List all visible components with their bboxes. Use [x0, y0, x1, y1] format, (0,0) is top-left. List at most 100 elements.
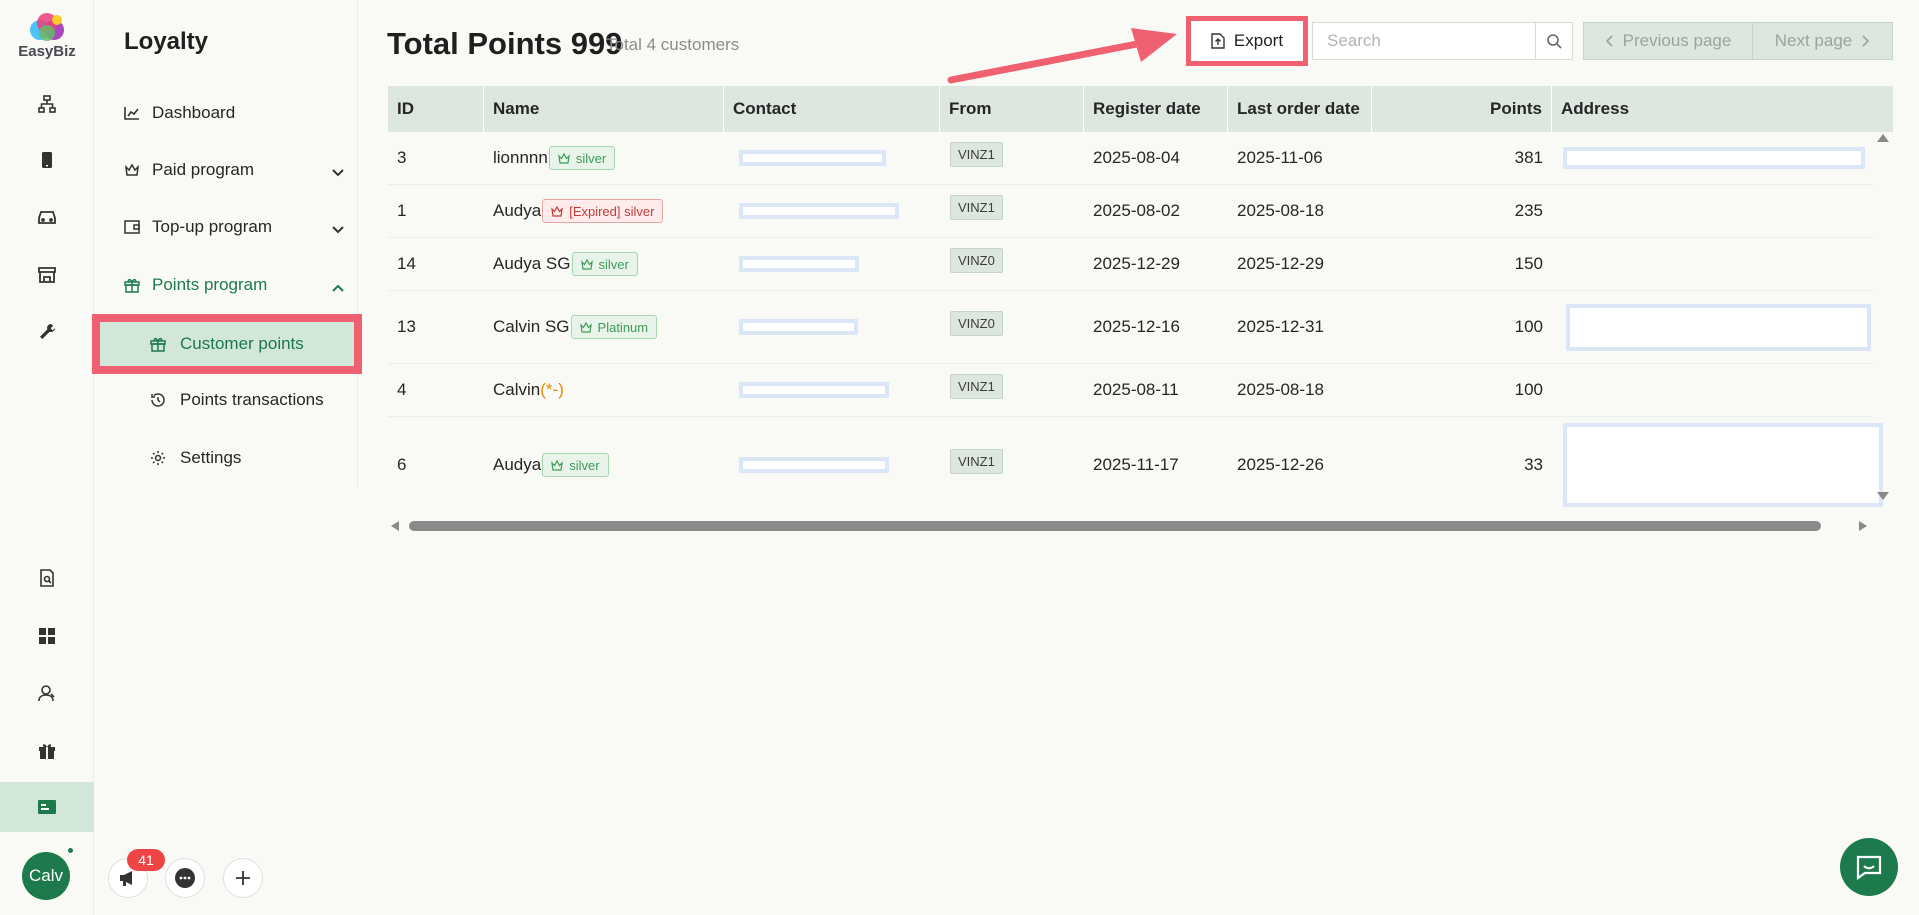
column-header-name[interactable]: Name: [484, 86, 724, 132]
customer-count: Total 4 customers: [606, 35, 740, 54]
chevron-up-icon: [332, 277, 344, 297]
column-header-points[interactable]: Points: [1372, 86, 1552, 132]
chevron-down-icon: [332, 162, 344, 182]
table-row[interactable]: 1 Audya [Expired] silver VINZ1 2025-08-0…: [388, 185, 1873, 238]
cell-contact-redacted: [730, 185, 899, 237]
search-button[interactable]: [1535, 22, 1573, 60]
source-tag: VINZ0: [950, 247, 1003, 273]
chat-icon: [175, 868, 195, 888]
cell-contact-redacted: [730, 417, 889, 513]
cell-register-date: 2025-08-11: [1093, 380, 1179, 399]
cell-last-order-date: 2025-12-26: [1237, 455, 1324, 474]
search-input[interactable]: [1312, 22, 1536, 60]
column-header-id[interactable]: ID: [388, 86, 484, 132]
cell-name: Audya [Expired] silver: [484, 185, 664, 237]
rail-store-icon[interactable]: [0, 248, 94, 300]
brand-logo[interactable]: EasyBiz: [18, 12, 76, 60]
table-row[interactable]: 4 Calvin (*-) VINZ1 2025-08-11 2025-08-18…: [388, 364, 1873, 417]
pagination: Previous page Next page: [1583, 22, 1893, 60]
scrollbar-thumb[interactable]: [409, 521, 1821, 531]
icon-rail: EasyBiz Calv: [0, 0, 94, 915]
cell-id: 14: [397, 254, 416, 273]
annotation-arrow: [947, 28, 1177, 84]
rail-gift-icon[interactable]: [0, 725, 94, 777]
logo-icon: [30, 13, 64, 41]
scroll-left-icon: [391, 521, 399, 531]
cell-points: 100: [1514, 380, 1543, 399]
menu-title: Loyalty: [124, 28, 209, 55]
history-icon: [150, 392, 180, 408]
customer-name: Audya SG: [493, 254, 571, 273]
cell-name: Calvin SG Platinum: [484, 291, 658, 363]
rail-customers-icon[interactable]: [0, 667, 94, 719]
vertical-scrollbar[interactable]: [1873, 132, 1893, 502]
cell-from: VINZ1: [941, 364, 1003, 416]
customer-name: Calvin: [493, 380, 541, 399]
cell-points: 33: [1524, 455, 1543, 474]
tier-label: [Expired] silver: [569, 203, 655, 219]
previous-page-button[interactable]: Previous page: [1584, 23, 1753, 59]
cell-last-order-date: 2025-11-06: [1237, 148, 1323, 167]
gift-icon: [124, 277, 152, 293]
column-header-contact[interactable]: Contact: [724, 86, 940, 132]
column-header-address[interactable]: Address: [1552, 86, 1893, 132]
menu-item-label: Dashboard: [152, 103, 236, 122]
tier-label: silver: [598, 256, 629, 272]
rail-wrench-icon[interactable]: [0, 306, 94, 358]
source-tag: VINZ0: [950, 310, 1003, 336]
cell-name: Audya SG silver: [484, 238, 638, 290]
menu-item-label: Paid program: [152, 160, 255, 179]
menu-item-dashboard[interactable]: Dashboard: [124, 93, 344, 133]
rail-car-icon[interactable]: [0, 191, 94, 243]
cell-from: VINZ1: [941, 132, 1003, 184]
cell-name: Calvin (*-): [484, 364, 564, 416]
cell-id: 6: [397, 455, 407, 474]
submenu-customer-points[interactable]: Customer points: [92, 314, 362, 374]
table-row[interactable]: 3 lionnnn silver VINZ1 2025-08-04 2025-1…: [388, 132, 1873, 185]
chat-button[interactable]: [165, 858, 205, 898]
tier-tag: Platinum: [570, 315, 658, 339]
source-tag: VINZ1: [950, 141, 1003, 167]
submenu-label: Customer points: [180, 334, 304, 353]
export-button[interactable]: Export: [1191, 21, 1303, 61]
customer-name: lionnnn: [493, 148, 548, 167]
source-tag: VINZ1: [950, 373, 1003, 399]
gift-icon: [150, 336, 166, 357]
cell-points: 100: [1514, 317, 1543, 336]
column-header-from[interactable]: From: [940, 86, 1084, 132]
source-tag: VINZ1: [950, 194, 1003, 220]
column-header-register-date[interactable]: Register date: [1084, 86, 1228, 132]
tier-tag: silver: [571, 252, 638, 276]
crown-icon: [579, 321, 592, 333]
cell-contact-redacted: [730, 291, 858, 363]
menu-item-paid-program[interactable]: Paid program: [124, 150, 344, 190]
name-suffix: (*-): [540, 380, 564, 399]
megaphone-icon: [120, 871, 132, 886]
cell-last-order-date: 2025-08-18: [1237, 380, 1324, 399]
menu-item-points-program[interactable]: Points program: [124, 265, 344, 305]
menu-item-topup-program[interactable]: Top-up program: [124, 207, 344, 247]
chart-icon: [124, 106, 152, 120]
help-chat-button[interactable]: [1840, 838, 1898, 896]
submenu-settings[interactable]: Settings: [150, 436, 390, 480]
column-header-last-order-date[interactable]: Last order date: [1228, 86, 1372, 132]
rail-phone-icon[interactable]: [0, 134, 94, 186]
cell-last-order-date: 2025-12-29: [1237, 254, 1324, 273]
menu-item-label: Top-up program: [152, 217, 273, 236]
horizontal-scrollbar[interactable]: [388, 516, 1893, 536]
wallet-icon: [124, 220, 152, 234]
user-avatar[interactable]: Calv: [22, 852, 70, 900]
rail-org-icon[interactable]: [0, 78, 94, 130]
cell-register-date: 2025-12-29: [1093, 254, 1180, 273]
table-row[interactable]: 6 Audya silver VINZ1 2025-11-17 2025-12-…: [388, 417, 1883, 513]
add-button[interactable]: [223, 858, 263, 898]
table-row[interactable]: 14 Audya SG silver VINZ0 2025-12-29 2025…: [388, 238, 1873, 291]
cell-contact-redacted: [730, 132, 886, 184]
next-page-button[interactable]: Next page: [1753, 23, 1892, 59]
rail-grid-icon[interactable]: [0, 610, 94, 662]
rail-loyalty-card-icon[interactable]: [0, 782, 94, 832]
table-row[interactable]: 13 Calvin SG Platinum VINZ0 2025-12-16 2…: [388, 291, 1873, 364]
submenu-points-transactions[interactable]: Points transactions: [150, 378, 390, 422]
customer-name: Audya: [493, 201, 542, 220]
rail-report-icon[interactable]: [0, 552, 94, 604]
